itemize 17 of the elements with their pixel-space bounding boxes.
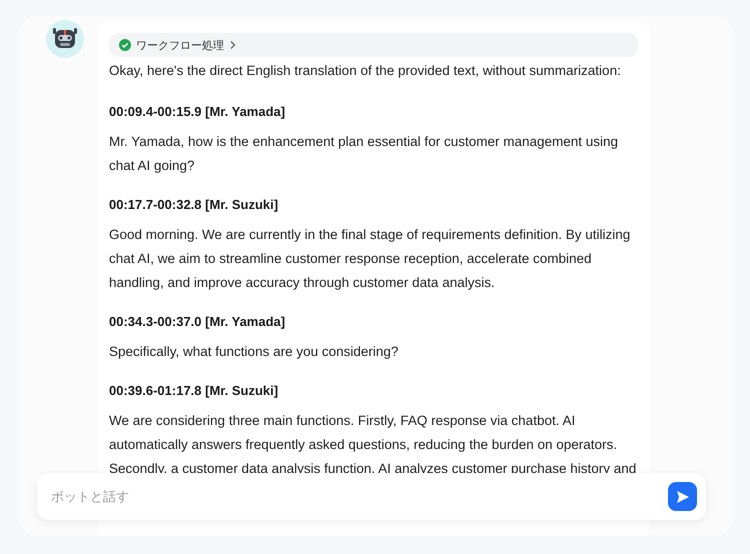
workflow-chip[interactable]: ワークフロー処理 <box>109 33 638 57</box>
message-text: Okay, here's the direct English translation of the provided text, without summarization: <box>109 62 622 80</box>
chevron-right-icon <box>229 40 237 50</box>
message-text: Specifically, what functions are you considering? <box>109 343 400 361</box>
speaker-timestamp: 00:09.4-00:15.9 [Mr. Yamada] <box>109 103 286 121</box>
chip-label: ワークフロー処理 <box>136 38 224 52</box>
speaker-timestamp: 00:39.6-01:17.8 [Mr. Suzuki] <box>109 382 280 400</box>
speaker-timestamp: 00:17.7-00:32.8 [Mr. Suzuki] <box>109 196 280 214</box>
send-icon <box>676 490 690 504</box>
send-button[interactable] <box>668 482 697 511</box>
speaker-timestamp: 00:34.3-00:37.0 [Mr. Yamada] <box>109 313 286 331</box>
robot-avatar-icon <box>46 20 84 58</box>
chat-input-field[interactable]: ボットと話す <box>49 488 668 505</box>
check-icon <box>119 39 131 51</box>
message-text: Good morning. We are currently in the final stage of requirements definition. By utilizing chat AI, we aim to streamline customer response reception, accelerate combined handling, and improve accuracy through customer data analysis. <box>109 226 632 292</box>
message-text: We are considering three main functions. Firstly, FAQ response via chatbot. AI automatically answers frequently asked questions, reducing the burden on operators. Secondly, a customer data analysis function. AI analyzes customer purchase history and <box>109 412 638 478</box>
message-text: Mr. Yamada, how is the enhancement plan essential for customer management using chat AI going? <box>109 133 620 175</box>
